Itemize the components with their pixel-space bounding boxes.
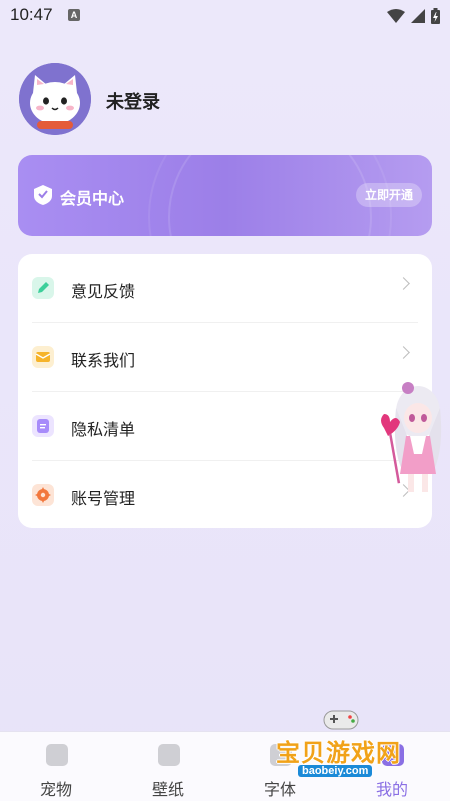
chevron-right-icon [397,346,410,359]
menu-card: 意见反馈 联系我们 隐私清单 账号管理 [18,254,432,528]
notification-icon: A [68,9,80,21]
tab-pet[interactable]: 宠物 [0,732,112,801]
floating-pet-character[interactable] [378,378,450,498]
avatar[interactable] [19,63,91,135]
menu-item-label: 账号管理 [71,489,136,508]
tab-label: 壁纸 [151,780,184,799]
status-icons [387,8,440,24]
gamepad-icon [323,710,359,730]
menu-item-account[interactable]: 账号管理 [18,461,432,529]
tab-wallpaper[interactable]: 壁纸 [112,732,224,801]
status-time: 10:47 [10,5,53,24]
chevron-right-icon [397,277,410,290]
vip-label: 会员中心 [60,189,125,208]
status-bar: 10:47 A [0,0,450,32]
gear-icon [32,484,54,506]
vip-center-card[interactable]: 会员中心 立即开通 [18,155,432,236]
tab-label: 宠物 [39,780,72,799]
watermark-text: 宝贝游戏网 [276,739,401,767]
menu-item-contact[interactable]: 联系我们 [18,323,432,391]
menu-item-label: 联系我们 [71,351,136,370]
mail-icon [32,346,54,368]
menu-item-label: 意见反馈 [71,282,136,301]
activate-button[interactable]: 立即开通 [355,183,422,207]
battery-icon [431,8,440,24]
vip-decoration [168,155,372,236]
username[interactable]: 未登录 [106,88,160,114]
vip-badge-icon [34,185,52,205]
watermark: 宝贝游戏网 baobeiy.com [276,703,426,783]
menu-item-feedback[interactable]: 意见反馈 [18,254,432,322]
wifi-icon [387,9,405,23]
list-icon [32,415,54,437]
pet-icon [46,744,68,766]
pencil-icon [32,277,54,299]
watermark-url: baobeiy.com [298,765,373,777]
menu-item-label: 隐私清单 [71,420,136,439]
signal-icon [411,9,425,23]
image-icon [158,744,180,766]
menu-item-privacy[interactable]: 隐私清单 [18,392,432,460]
cat-avatar-icon [19,63,91,135]
